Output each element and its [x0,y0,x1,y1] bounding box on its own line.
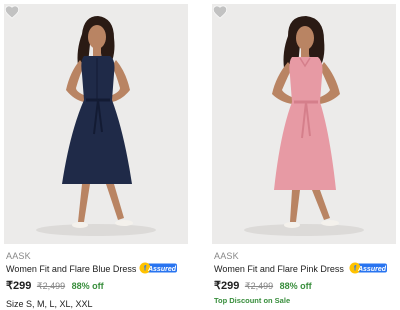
original-price: ₹2,499 [36,281,66,291]
product-card-pink-dress[interactable]: AASK Women Fit and Flare Pink Dress f As… [212,0,396,310]
selling-price: ₹299 [214,280,240,292]
selling-price: ₹299 [6,280,32,292]
assured-badge: f Assured [349,262,387,274]
size-options: Size S, M, L, XL, XXL [6,299,93,309]
heart-icon[interactable] [4,4,20,19]
assured-label: Assured [357,266,387,273]
product-title[interactable]: Women Fit and Flare Pink Dress [214,264,344,274]
discount-label: 88% off [71,281,104,291]
product-card-blue-dress[interactable]: AASK Women Fit and Flare Blue Dress f As… [4,0,188,310]
assured-label: Assured [147,266,177,273]
product-image[interactable] [212,4,396,244]
brand-name: AASK [6,251,31,261]
assured-badge: f Assured [139,262,177,274]
promo-tag: Top Discount on Sale [214,296,291,305]
model-photo-pink-dress [212,4,396,244]
brand-name: AASK [214,251,239,261]
model-photo-blue-dress [4,4,188,244]
product-image[interactable] [4,4,188,244]
original-price: ₹2,499 [244,281,274,291]
price-row: ₹299 ₹2,499 88% off [214,279,312,292]
product-title[interactable]: Women Fit and Flare Blue Dress [6,264,136,274]
heart-icon[interactable] [212,4,228,19]
discount-label: 88% off [279,281,312,291]
price-row: ₹299 ₹2,499 88% off [6,279,104,292]
